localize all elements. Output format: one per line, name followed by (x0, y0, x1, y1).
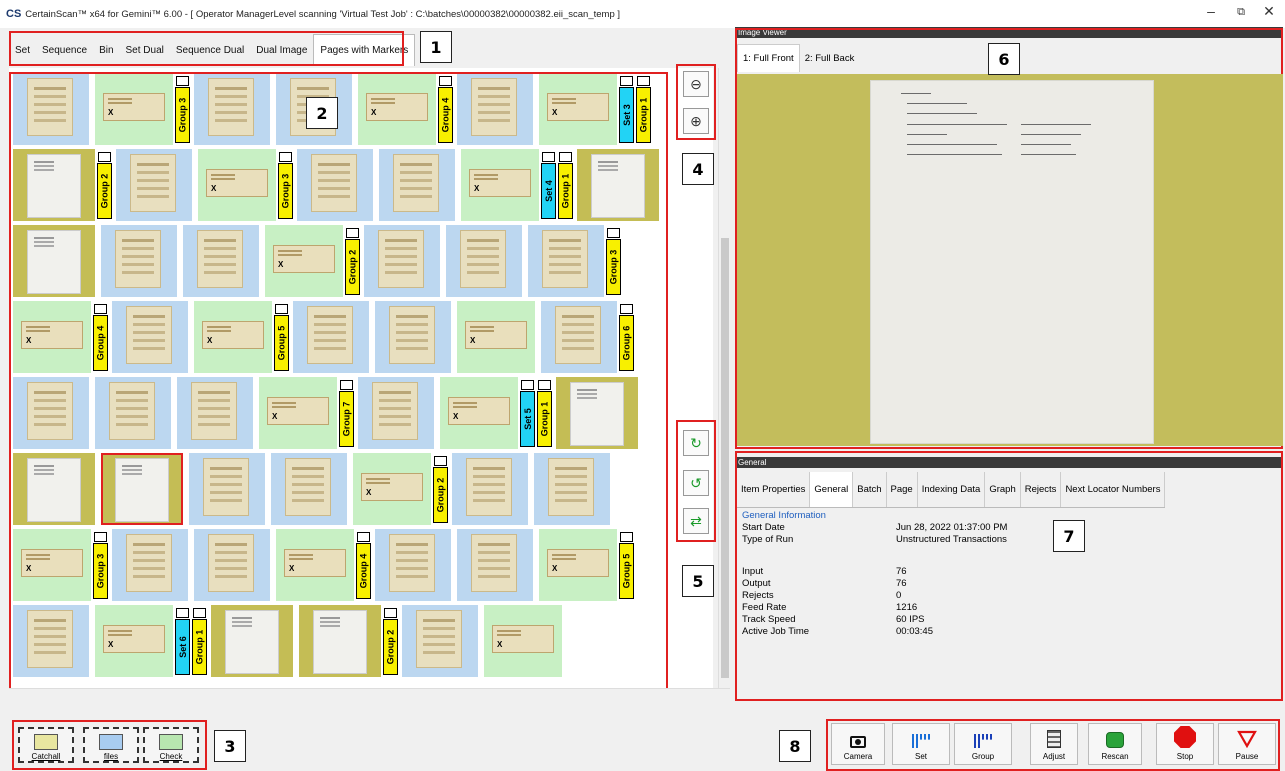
tab-full-front[interactable]: 1: Full Front (737, 44, 800, 72)
flip-button[interactable]: ⇄ (683, 508, 709, 534)
handwriting-line (907, 144, 997, 146)
bin-files[interactable]: files (83, 727, 139, 763)
control-label: Stop (1176, 752, 1194, 761)
callout-box-1 (9, 31, 404, 66)
set-icon (912, 734, 930, 748)
handwriting-line (907, 124, 1007, 126)
restore-button[interactable]: ⧉ (1226, 6, 1256, 19)
adjust-button[interactable]: Adjust (1030, 723, 1078, 765)
bin-check[interactable]: Check (143, 727, 199, 763)
rescan-button[interactable]: Rescan (1088, 723, 1142, 765)
scanned-page-image (870, 80, 1154, 444)
group-icon (974, 734, 992, 748)
callout-4: 4 (682, 153, 714, 185)
scrollbar-thumb[interactable] (721, 238, 729, 678)
callout-6: 6 (988, 43, 1020, 75)
files-bin-icon (99, 734, 123, 750)
callout-2: 2 (306, 97, 338, 129)
control-label: Camera (843, 752, 873, 761)
handwriting-line (1021, 134, 1081, 136)
catchall-bin-icon (34, 734, 58, 750)
handwriting-line (1021, 144, 1071, 146)
window-title: CertainScan™ x64 for Gemini™ 6.00 - [ Op… (25, 8, 621, 20)
title-bar: CS CertainScan™ x64 for Gemini™ 6.00 - [… (0, 0, 1285, 28)
bin-label: Check (159, 752, 183, 761)
tab-full-back[interactable]: 2: Full Back (800, 44, 860, 72)
rotate-left-icon: ↺ (690, 474, 702, 491)
handwriting-line (901, 93, 931, 95)
bin-label: Catchall (31, 752, 61, 761)
adjust-icon (1047, 730, 1061, 748)
pause-icon (1237, 730, 1257, 749)
callout-box-2 (9, 72, 668, 690)
callout-box-7 (735, 451, 1283, 701)
camera-button[interactable]: Camera (831, 723, 885, 765)
control-label: Set (914, 752, 927, 761)
grid-vertical-scrollbar[interactable] (718, 68, 730, 688)
stop-icon (1174, 726, 1196, 748)
zoom-in-button[interactable]: ⊕ (683, 108, 709, 134)
image-viewer-canvas[interactable] (737, 74, 1283, 446)
control-label: Adjust (1042, 752, 1066, 761)
callout-8: 8 (779, 730, 811, 762)
handwriting-line (907, 113, 977, 115)
control-label: Pause (1235, 752, 1259, 761)
rotate-left-button[interactable]: ↺ (683, 470, 709, 496)
callout-1: 1 (420, 31, 452, 63)
grid-horizontal-scrollbar[interactable] (9, 688, 730, 698)
flip-icon: ⇄ (690, 512, 702, 529)
bin-catchall[interactable]: Catchall (18, 727, 74, 763)
check-bin-icon (159, 734, 183, 750)
callout-3: 3 (214, 730, 246, 762)
callout-7: 7 (1053, 520, 1085, 552)
image-viewer-tabs: 1: Full Front 2: Full Back (737, 44, 859, 72)
zoom-out-icon: ⊖ (690, 75, 702, 92)
stop-button[interactable]: Stop (1156, 723, 1214, 765)
handwriting-line (907, 103, 967, 105)
handwriting-line (907, 154, 1002, 156)
handwriting-line (1021, 124, 1091, 126)
rotate-right-icon: ↻ (690, 434, 702, 451)
zoom-out-button[interactable]: ⊖ (683, 71, 709, 97)
handwriting-line (1021, 154, 1076, 156)
zoom-in-icon: ⊕ (690, 112, 702, 129)
pause-button[interactable]: Pause (1218, 723, 1276, 765)
control-label: Rescan (1101, 752, 1129, 761)
close-button[interactable]: ✕ (1254, 3, 1284, 20)
rescan-icon (1106, 732, 1124, 748)
control-label: Group (971, 752, 995, 761)
camera-icon (850, 736, 866, 748)
group-button[interactable]: Group (954, 723, 1012, 765)
minimize-button[interactable]: – (1196, 3, 1226, 19)
bin-label: files (103, 752, 119, 761)
set-button[interactable]: Set (892, 723, 950, 765)
callout-5: 5 (682, 565, 714, 597)
app-logo: CS (6, 8, 22, 20)
rotate-right-button[interactable]: ↻ (683, 430, 709, 456)
handwriting-line (907, 134, 947, 136)
